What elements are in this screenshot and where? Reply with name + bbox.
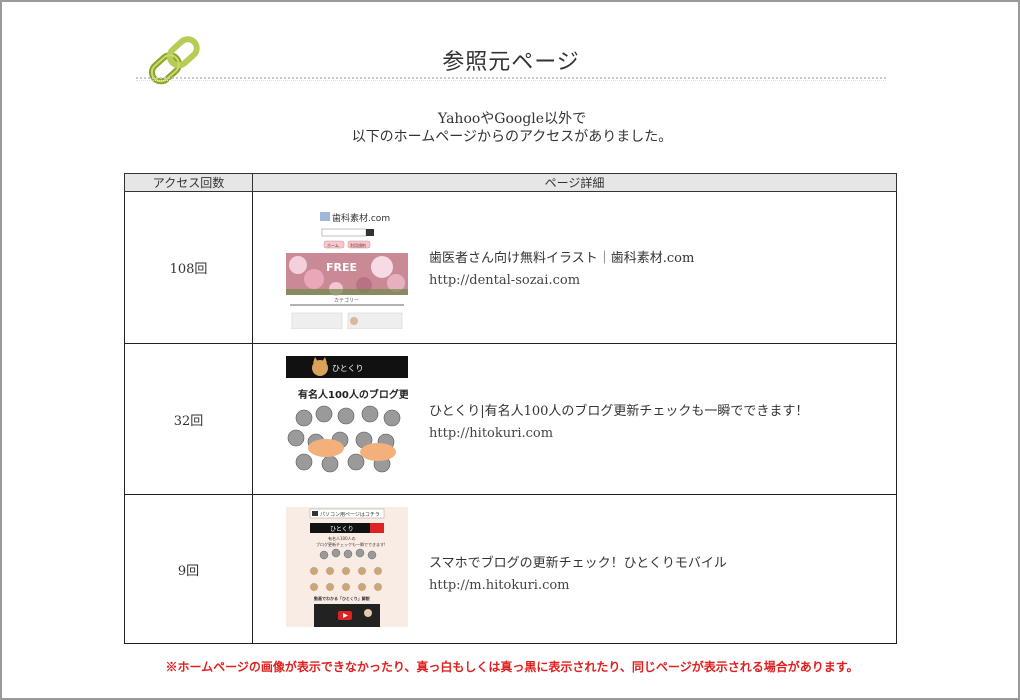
disclaimer-note: ※ホームページの画像が表示できなかったり、真っ白もしくは真っ黒に表示されたり、同… bbox=[165, 660, 859, 674]
svg-text:カテゴリー: カテゴリー bbox=[334, 297, 359, 304]
referrer-url-link[interactable]: http://dental-sozai.com bbox=[429, 272, 694, 290]
header-divider bbox=[136, 77, 886, 81]
access-count: 32回 bbox=[124, 343, 253, 495]
svg-text:パソコン用ページはコチラ: パソコン用ページはコチラ bbox=[320, 512, 380, 518]
table-row: 9回 パソコン用ページはコチラ ひとくり 有名人100人の ブログ更新チェックも… bbox=[124, 494, 897, 644]
referrer-site-title: スマホでブログの更新チェック！ひとくりモバイル bbox=[429, 555, 727, 571]
intro-text: YahooやGoogle以外で 以下のホームページからのアクセスがありました。 bbox=[2, 110, 1020, 146]
page-title: 参照元ページ bbox=[442, 50, 580, 75]
svg-text:ホーム: ホーム bbox=[327, 243, 339, 248]
referrer-url-link[interactable]: http://hitokuri.com bbox=[429, 425, 808, 443]
page-thumbnail[interactable]: 歯科素材.com ホーム 利用規約 FREE カテゴリー bbox=[286, 208, 408, 329]
svg-text:動画でわかる「ひとくり」解説: 動画でわかる「ひとくり」解説 bbox=[314, 595, 370, 601]
page-detail-cell: パソコン用ページはコチラ ひとくり 有名人100人の ブログ更新チェックも一瞬で… bbox=[252, 494, 897, 644]
referrer-url-link[interactable]: http://m.hitokuri.com bbox=[429, 577, 727, 595]
section-header: 参照元ページ bbox=[136, 30, 886, 86]
svg-text:ブログ更新チェックも一瞬でできます!: ブログ更新チェックも一瞬でできます! bbox=[316, 541, 386, 547]
table-header-row: アクセス回数 ページ詳細 bbox=[124, 173, 897, 192]
svg-text:FREE: FREE bbox=[326, 261, 357, 274]
access-count: 9回 bbox=[124, 494, 253, 644]
table-row: 108回 歯科素材.com ホーム 利用規約 FREE カテゴリー 歯医者さん向… bbox=[124, 191, 897, 344]
table-row: 32回 ひとくり 有名人100人のブログ更 ひとくり|有名人100人のブログ更新… bbox=[124, 343, 897, 495]
referrer-table: アクセス回数 ページ詳細 108回 歯科素材.com ホーム 利用規約 FREE… bbox=[124, 173, 897, 644]
intro-line-2: 以下のホームページからのアクセスがありました。 bbox=[351, 129, 673, 145]
page-detail-cell: ひとくり 有名人100人のブログ更 ひとくり|有名人100人のブログ更新チェック… bbox=[252, 343, 897, 495]
page-detail-cell: 歯科素材.com ホーム 利用規約 FREE カテゴリー 歯医者さん向け無料イラ… bbox=[252, 191, 897, 344]
referrer-site-title: 歯医者さん向け無料イラスト｜歯科素材.com bbox=[429, 250, 695, 266]
access-count: 108回 bbox=[124, 191, 253, 344]
report-page: 参照元ページ YahooやGoogle以外で 以下のホームページからのアクセスが… bbox=[0, 0, 1020, 700]
thumb-logo: 歯科素材.com bbox=[332, 212, 390, 224]
column-header-count: アクセス回数 bbox=[124, 173, 253, 192]
intro-line-1: YahooやGoogle以外で bbox=[437, 111, 587, 127]
svg-text:ひとくり: ひとくり bbox=[330, 526, 354, 533]
referrer-site-title: ひとくり|有名人100人のブログ更新チェックも一瞬でできます！ bbox=[429, 403, 809, 419]
page-thumbnail[interactable]: パソコン用ページはコチラ ひとくり 有名人100人の ブログ更新チェックも一瞬で… bbox=[286, 506, 408, 627]
svg-text:利用規約: 利用規約 bbox=[350, 242, 366, 248]
svg-text:有名人100人の: 有名人100人の bbox=[328, 535, 356, 541]
page-thumbnail[interactable]: ひとくり 有名人100人のブログ更 bbox=[286, 355, 408, 476]
svg-text:有名人100人のブログ更: 有名人100人のブログ更 bbox=[298, 388, 408, 401]
column-header-detail: ページ詳細 bbox=[252, 173, 897, 192]
svg-text:ひとくり: ひとくり bbox=[332, 364, 364, 373]
